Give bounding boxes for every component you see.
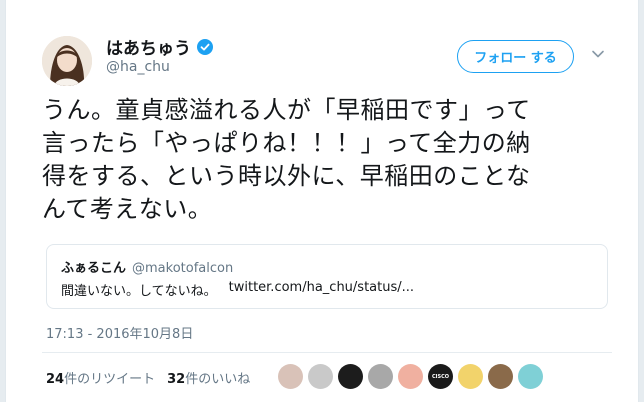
like-stat[interactable]: 32件のいいね: [167, 368, 250, 387]
retweet-label: 件のリツイート: [64, 372, 156, 387]
retweet-stat[interactable]: 24件のリツイート: [46, 368, 155, 387]
liker-avatar[interactable]: [488, 364, 513, 389]
tweet-text: うん。童貞感溢れる人が「早稲田です」って 言ったら「やっぱりね！！！」って全力の…: [42, 94, 612, 226]
quoted-author-name: ふぁるこん: [61, 261, 127, 276]
author-handle[interactable]: @ha_chu: [106, 59, 170, 75]
avatar-image: [42, 36, 92, 86]
tweet-timestamp[interactable]: 17:13 - 2016年10月8日: [46, 323, 193, 342]
like-label: 件のいいね: [185, 372, 251, 387]
quoted-tweet-body: 間違いない。してないね。 twitter.com/ha_chu/status/.…: [61, 280, 414, 299]
tweet-stats: 24件のリツイート 32件のいいね: [46, 368, 250, 387]
like-count: 32: [167, 372, 186, 387]
tweet-card: はあちゅう @ha_chu フォロー する うん。童貞感溢れる人が「早稲田です」…: [5, 0, 639, 402]
divider: [42, 352, 612, 353]
tweet-text-line: んて考えない。: [42, 195, 213, 223]
liker-avatar-logo-text: CISCO: [431, 373, 450, 380]
tweet-text-line: うん。童貞感溢れる人が「早稲田です」って: [42, 96, 531, 124]
tweet-text-line: 言ったら「やっぱりね！！！」って全力の納: [42, 129, 531, 157]
liker-avatar[interactable]: [308, 364, 333, 389]
chevron-down-icon[interactable]: [591, 47, 605, 61]
quoted-tweet-link[interactable]: twitter.com/ha_chu/status/...: [229, 280, 414, 299]
quoted-tweet-header: ふぁるこん @makotofalcon: [61, 257, 233, 276]
quoted-tweet-text: 間違いない。してないね。: [61, 284, 217, 299]
retweet-count: 24: [46, 372, 65, 387]
liker-avatar[interactable]: [458, 364, 483, 389]
liker-avatar[interactable]: [278, 364, 303, 389]
likers-avatars: CISCO: [278, 364, 543, 389]
verified-badge-icon: [197, 38, 213, 55]
liker-avatar[interactable]: CISCO: [428, 364, 453, 389]
liker-avatar[interactable]: [518, 364, 543, 389]
author-display-name[interactable]: はあちゅう: [106, 34, 191, 59]
author-name-row: はあちゅう: [106, 34, 213, 59]
tweet-text-line: 得をする、という時以外に、早稲田のことな: [42, 162, 531, 190]
author-avatar[interactable]: [42, 36, 92, 86]
quoted-author-handle: @makotofalcon: [132, 261, 234, 276]
liker-avatar[interactable]: [338, 364, 363, 389]
quoted-tweet[interactable]: ふぁるこん @makotofalcon 間違いない。してないね。 twitter…: [46, 244, 608, 309]
liker-avatar[interactable]: [368, 364, 393, 389]
follow-button[interactable]: フォロー する: [457, 40, 574, 73]
liker-avatar[interactable]: [398, 364, 423, 389]
